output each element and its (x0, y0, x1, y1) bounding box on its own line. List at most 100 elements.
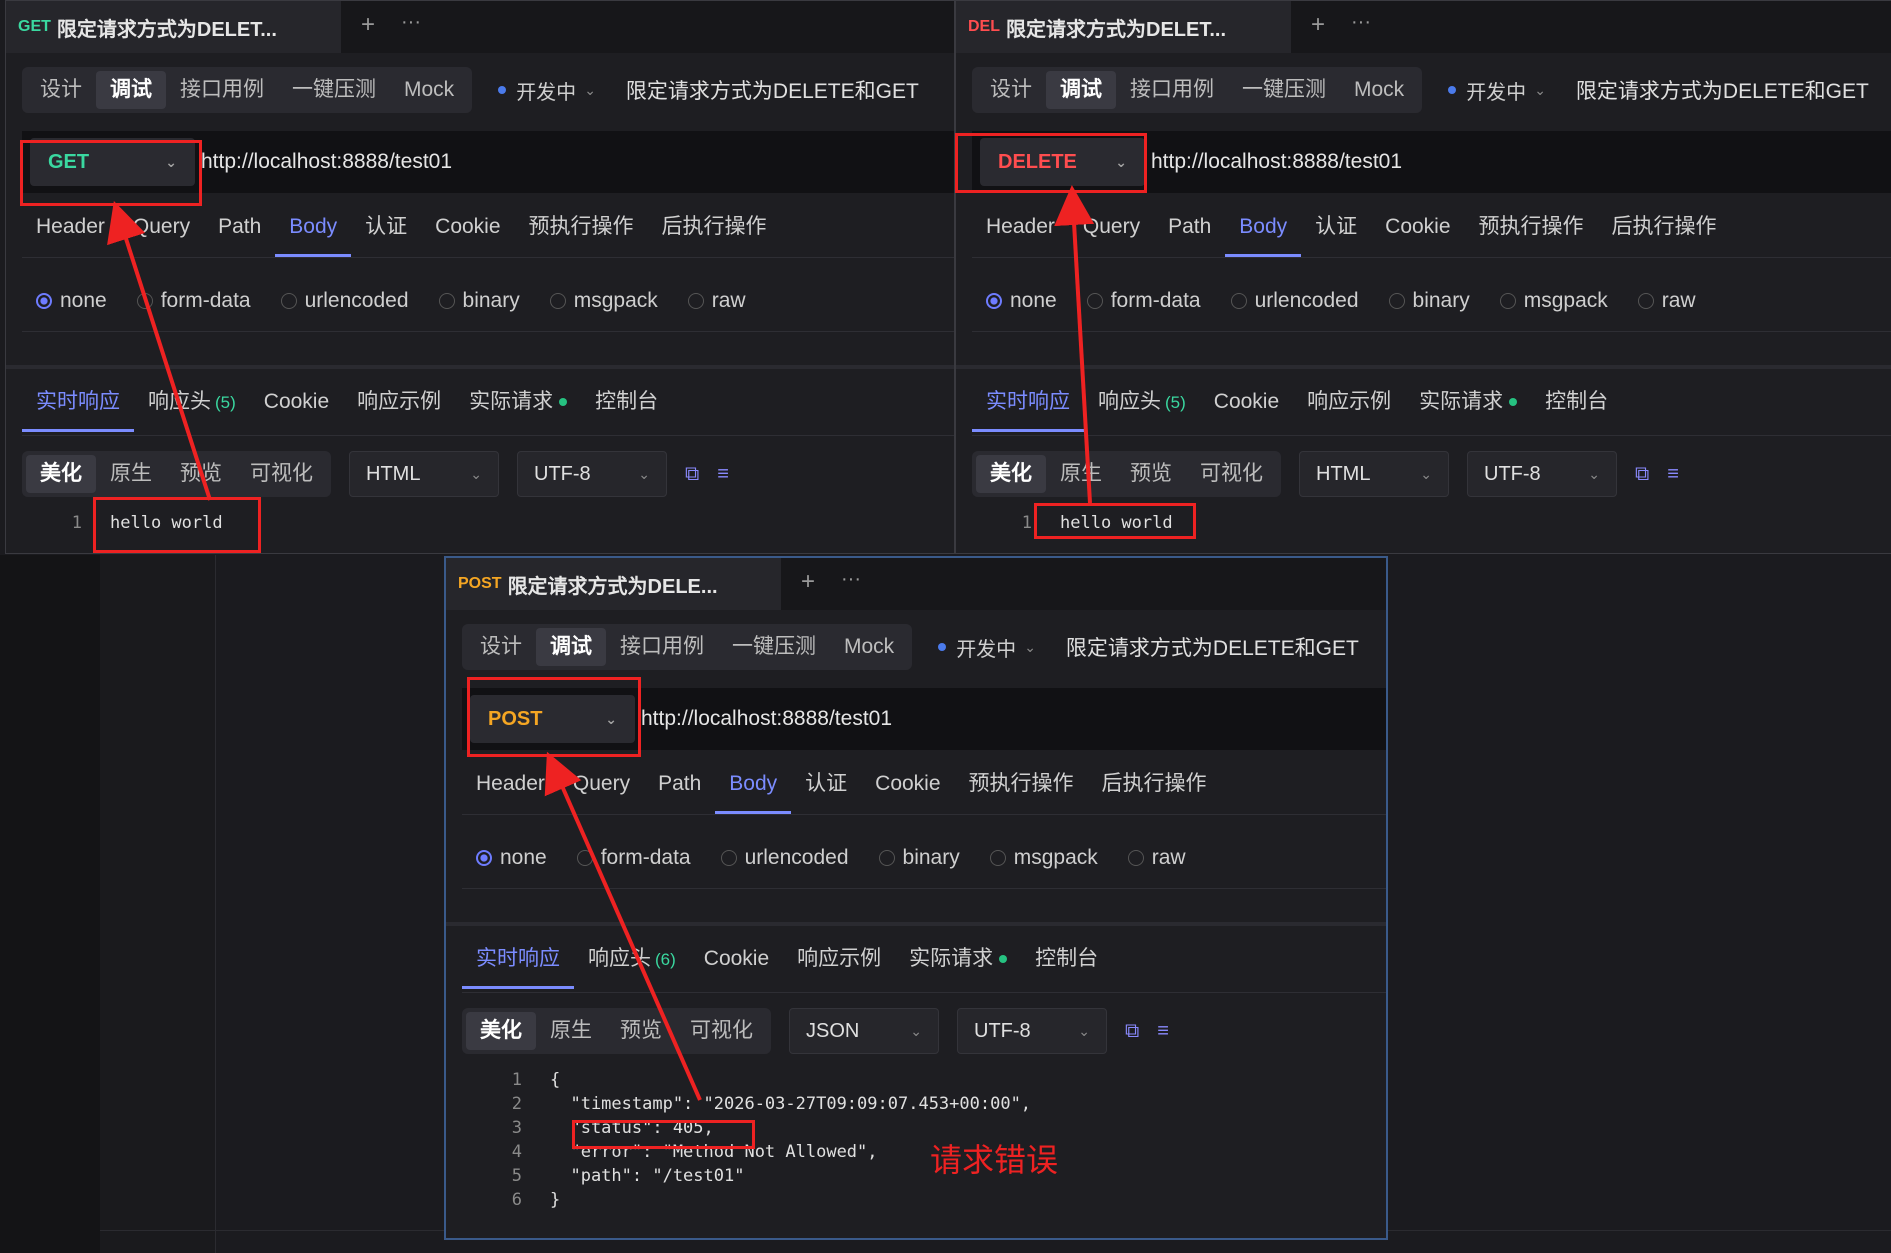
request-tab-2[interactable]: Path (644, 758, 715, 814)
format-tab[interactable]: 美化 (976, 455, 1046, 493)
encoding-select[interactable]: UTF-8 ⌄ (1467, 451, 1617, 497)
format-tab[interactable]: 原生 (1046, 455, 1116, 493)
request-tab-0[interactable]: Header (22, 201, 119, 257)
format-tab[interactable]: 预览 (1116, 455, 1186, 493)
mode-tab[interactable]: 一键压测 (278, 71, 390, 109)
api-description[interactable]: 限定请求方式为DELETE和GET (626, 75, 919, 105)
request-tab[interactable]: DEL 限定请求方式为DELET... (956, 1, 1291, 53)
encoding-select[interactable]: UTF-8 ⌄ (957, 1008, 1107, 1054)
response-tab-1[interactable]: 响应头 (6) (574, 933, 690, 989)
body-type-radio[interactable]: binary (438, 289, 520, 313)
response-tab-3[interactable]: 响应示例 (1293, 376, 1405, 432)
body-type-radio[interactable]: form-data (576, 846, 691, 870)
request-tab-1[interactable]: Query (1069, 201, 1154, 257)
body-type-radio[interactable]: none (476, 846, 547, 870)
response-tab-5[interactable]: 控制台 (1531, 376, 1622, 432)
format-tab[interactable]: 预览 (166, 455, 236, 493)
body-type-radio[interactable]: raw (1127, 846, 1186, 870)
wrap-icon[interactable]: ≡ (1157, 1020, 1169, 1043)
request-tab-2[interactable]: Path (1154, 201, 1225, 257)
content-type-select[interactable]: HTML ⌄ (1299, 451, 1449, 497)
plus-icon[interactable]: + (1311, 11, 1325, 39)
request-tab-4[interactable]: 认证 (351, 201, 421, 257)
body-type-radio[interactable]: none (986, 289, 1057, 313)
body-type-radio[interactable]: raw (1637, 289, 1696, 313)
response-tab-2[interactable]: Cookie (690, 933, 783, 989)
request-tab-3[interactable]: Body (715, 758, 792, 814)
format-tab[interactable]: 原生 (536, 1012, 606, 1050)
body-type-radio[interactable]: urlencoded (280, 289, 409, 313)
mode-tab[interactable]: 一键压测 (718, 628, 830, 666)
copy-icon[interactable]: ⧉ (1635, 463, 1649, 486)
request-tab-1[interactable]: Query (119, 201, 204, 257)
request-tab-6[interactable]: 预执行操作 (1465, 201, 1598, 257)
copy-icon[interactable]: ⧉ (685, 463, 699, 486)
status-select[interactable]: 开发中 ⌄ (498, 76, 596, 105)
body-type-radio[interactable]: form-data (1086, 289, 1201, 313)
response-tab-1[interactable]: 响应头 (5) (134, 376, 250, 432)
mode-tab[interactable]: 设计 (466, 628, 536, 666)
body-type-radio[interactable]: msgpack (549, 289, 658, 313)
response-tab-3[interactable]: 响应示例 (783, 933, 895, 989)
body-type-radio[interactable]: msgpack (1499, 289, 1608, 313)
request-tab-3[interactable]: Body (1225, 201, 1302, 257)
status-select[interactable]: 开发中 ⌄ (1448, 76, 1546, 105)
request-tab-5[interactable]: Cookie (421, 201, 514, 257)
response-tab-0[interactable]: 实时响应 (462, 933, 574, 989)
more-icon[interactable]: ··· (1351, 11, 1371, 34)
mode-tab[interactable]: 一键压测 (1228, 71, 1340, 109)
more-icon[interactable]: ··· (401, 11, 421, 34)
format-tab[interactable]: 美化 (466, 1012, 536, 1050)
request-tab-4[interactable]: 认证 (1301, 201, 1371, 257)
body-type-radio[interactable]: binary (878, 846, 960, 870)
mode-tab[interactable]: Mock (390, 71, 468, 109)
format-tab[interactable]: 可视化 (1186, 455, 1277, 493)
body-type-radio[interactable]: none (36, 289, 107, 313)
body-type-radio[interactable]: form-data (136, 289, 251, 313)
plus-icon[interactable]: + (361, 11, 375, 39)
body-type-radio[interactable]: binary (1388, 289, 1470, 313)
url-input[interactable]: http://localhost:8888/test01 (641, 707, 892, 731)
wrap-icon[interactable]: ≡ (717, 463, 729, 486)
request-tab[interactable]: GET 限定请求方式为DELET... (6, 1, 341, 53)
response-tab-2[interactable]: Cookie (1200, 376, 1293, 432)
response-tab-5[interactable]: 控制台 (1021, 933, 1112, 989)
copy-icon[interactable]: ⧉ (1125, 1020, 1139, 1043)
encoding-select[interactable]: UTF-8 ⌄ (517, 451, 667, 497)
mode-tab[interactable]: 接口用例 (1116, 71, 1228, 109)
response-tab-4[interactable]: 实际请求 (1405, 376, 1531, 432)
response-tab-1[interactable]: 响应头 (5) (1084, 376, 1200, 432)
response-tab-4[interactable]: 实际请求 (455, 376, 581, 432)
body-type-radio[interactable]: msgpack (989, 846, 1098, 870)
mode-tab[interactable]: 设计 (26, 71, 96, 109)
api-description[interactable]: 限定请求方式为DELETE和GET (1066, 632, 1359, 662)
mode-tab[interactable]: 设计 (976, 71, 1046, 109)
mode-tab[interactable]: 调试 (96, 71, 166, 109)
request-tab-3[interactable]: Body (275, 201, 352, 257)
mode-tab[interactable]: 调试 (1046, 71, 1116, 109)
status-select[interactable]: 开发中 ⌄ (938, 633, 1036, 662)
request-tab-0[interactable]: Header (972, 201, 1069, 257)
response-tab-4[interactable]: 实际请求 (895, 933, 1021, 989)
request-tab[interactable]: POST 限定请求方式为DELE... (446, 558, 781, 610)
request-tab-0[interactable]: Header (462, 758, 559, 814)
mode-tab[interactable]: Mock (1340, 71, 1418, 109)
format-tab[interactable]: 美化 (26, 455, 96, 493)
request-tab-5[interactable]: Cookie (861, 758, 954, 814)
response-tab-0[interactable]: 实时响应 (972, 376, 1084, 432)
request-tab-6[interactable]: 预执行操作 (515, 201, 648, 257)
content-type-select[interactable]: JSON ⌄ (789, 1008, 939, 1054)
wrap-icon[interactable]: ≡ (1667, 463, 1679, 486)
plus-icon[interactable]: + (801, 568, 815, 596)
body-type-radio[interactable]: urlencoded (720, 846, 849, 870)
response-tab-0[interactable]: 实时响应 (22, 376, 134, 432)
content-type-select[interactable]: HTML ⌄ (349, 451, 499, 497)
format-tab[interactable]: 可视化 (676, 1012, 767, 1050)
mode-tab[interactable]: 接口用例 (606, 628, 718, 666)
body-type-radio[interactable]: raw (687, 289, 746, 313)
url-input[interactable]: http://localhost:8888/test01 (201, 150, 452, 174)
request-tab-7[interactable]: 后执行操作 (1088, 758, 1221, 814)
request-tab-5[interactable]: Cookie (1371, 201, 1464, 257)
format-tab[interactable]: 预览 (606, 1012, 676, 1050)
more-icon[interactable]: ··· (841, 568, 861, 591)
